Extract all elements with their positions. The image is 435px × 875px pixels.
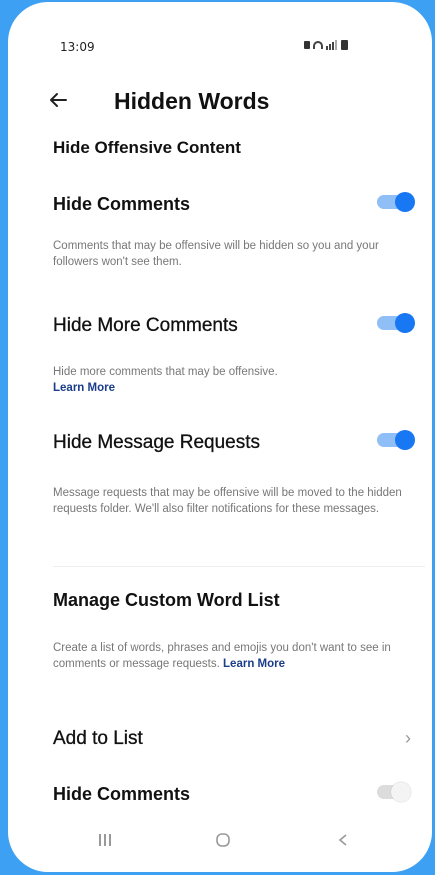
custom-list-desc-text: Create a list of words, phrases and emoj… [53,642,391,670]
home-icon [216,833,230,847]
section-divider [53,566,425,567]
chevron-right-icon: › [405,728,411,748]
back-button[interactable] [328,828,358,852]
phone-screen: 13:09 Hidden Words Hide Offensive Conten… [8,2,432,872]
section-title-custom: Manage Custom Word List [53,590,280,610]
signal-icon [326,40,337,50]
toggle-knob [395,313,415,333]
hide-comments-label: Hide Comments [53,194,191,214]
hide-more-comments-toggle[interactable] [377,313,415,333]
status-icons [304,40,348,50]
add-to-list-label: Add to List [53,728,143,749]
back-chevron-icon [338,834,347,846]
toggle-knob [391,782,411,802]
page-title: Hidden Words [114,88,270,114]
recents-button[interactable] [90,828,120,852]
hide-message-requests-toggle[interactable] [377,430,415,450]
hide-more-comments-description: Hide more comments that may be offensive… [53,364,408,396]
arrow-left-icon[interactable] [46,88,70,112]
row-add-to-list[interactable]: Add to List › [53,722,425,756]
custom-list-description: Create a list of words, phrases and emoj… [53,640,408,672]
row-hide-comments[interactable]: Hide Comments [53,188,425,222]
section-title-offensive: Hide Offensive Content [53,138,241,157]
custom-hide-comments-toggle[interactable] [377,782,411,802]
system-nav-bar [8,812,432,872]
row-custom-hide-comments[interactable]: Hide Comments [53,778,425,812]
recents-icon [99,834,111,846]
toggle-knob [395,192,415,212]
row-hide-more-comments[interactable]: Hide More Comments [53,309,425,343]
row-hide-message-requests[interactable]: Hide Message Requests [53,426,425,460]
hide-more-comments-label: Hide More Comments [53,315,238,336]
lock-icon [304,41,310,49]
hide-message-requests-description: Message requests that may be offensive w… [53,487,402,515]
toggle-knob [395,430,415,450]
hide-comments-toggle[interactable] [377,192,415,212]
learn-more-link[interactable]: Learn More [53,382,115,394]
wifi-icon [313,41,323,49]
hide-more-comments-desc-text: Hide more comments that may be offensive… [53,366,278,378]
status-bar: 13:09 [8,2,432,54]
battery-icon [341,40,348,50]
custom-learn-more-link[interactable]: Learn More [223,658,285,670]
hide-comments-description: Comments that may be offensive will be h… [53,240,379,268]
home-button[interactable] [208,828,238,852]
status-time: 13:09 [60,40,95,54]
header: Hidden Words [8,84,432,124]
custom-hide-comments-label: Hide Comments [53,784,191,804]
hide-message-requests-label: Hide Message Requests [53,432,260,453]
